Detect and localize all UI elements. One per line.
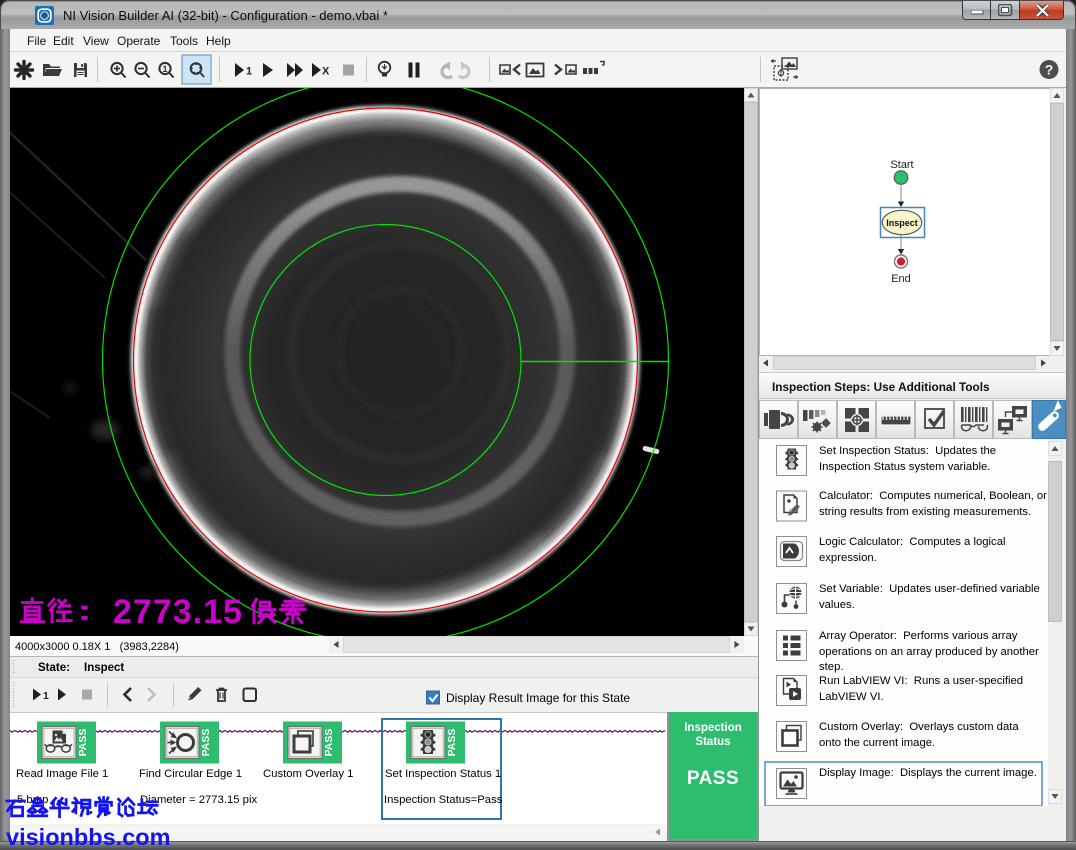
svg-text:visionbbs.com: visionbbs.com: [6, 824, 171, 850]
svg-text:Custom Overlay 1: Custom Overlay 1: [263, 768, 353, 780]
svg-text:1: 1: [246, 66, 252, 78]
svg-text:Set Inspection Status 1: Set Inspection Status 1: [385, 768, 501, 780]
svg-text:Find Circular Edge 1: Find Circular Edge 1: [139, 768, 242, 780]
svg-text:1: 1: [43, 690, 49, 702]
svg-text:PASS: PASS: [446, 729, 458, 757]
svg-text:Display Result Image for this: Display Result Image for this State: [446, 691, 630, 705]
svg-text:PASS: PASS: [77, 729, 89, 757]
svg-text:1: 1: [162, 64, 167, 74]
svg-text:PASS: PASS: [323, 729, 335, 757]
svg-text:Read Image File 1: Read Image File 1: [16, 768, 108, 780]
svg-text:End: End: [891, 273, 911, 285]
svg-text:2773.15: 2773.15: [113, 593, 243, 631]
svg-text:Inspect: Inspect: [886, 218, 918, 228]
svg-text:Start: Start: [890, 159, 913, 171]
svg-text:?: ?: [1045, 62, 1054, 78]
svg-text:PASS: PASS: [200, 729, 212, 757]
svg-text:X: X: [322, 66, 330, 78]
svg-text:Inspection Status=Pass: Inspection Status=Pass: [384, 794, 503, 806]
